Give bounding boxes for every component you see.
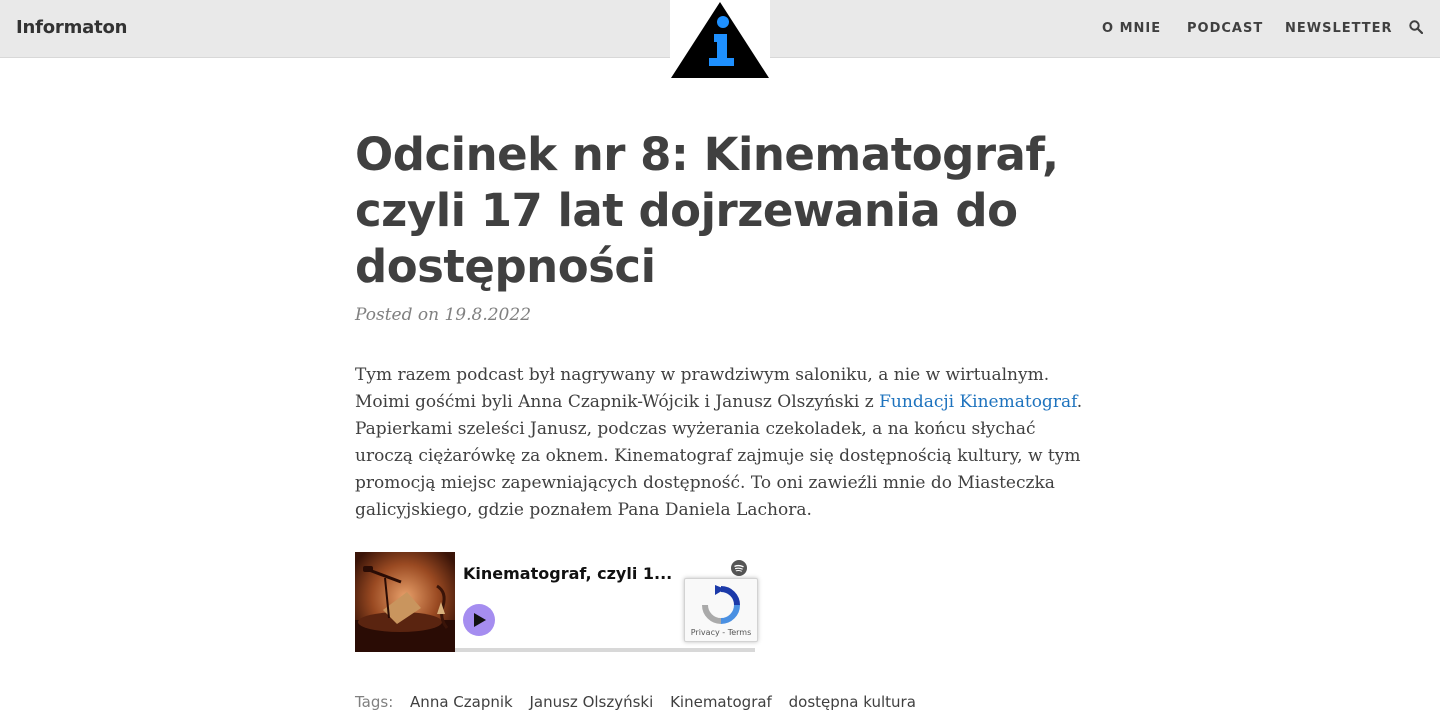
- nav-item-o-mnie[interactable]: O MNIE: [1102, 21, 1161, 36]
- post-tags: Tags: Anna Czapnik Janusz Olszyński Kine…: [355, 693, 916, 711]
- fundacja-kinematograf-link[interactable]: Fundacji Kinematograf: [879, 392, 1077, 412]
- play-button[interactable]: [463, 604, 495, 636]
- info-logo-icon: [671, 2, 769, 78]
- recaptcha-icon: [702, 585, 740, 624]
- search-icon: [1409, 20, 1424, 35]
- tags-label: Tags:: [355, 693, 394, 711]
- nav-item-newsletter[interactable]: NEWSLETTER: [1285, 21, 1393, 36]
- tag-link[interactable]: dostępna kultura: [789, 693, 916, 711]
- search-button[interactable]: [1408, 20, 1424, 36]
- recaptcha-privacy-link[interactable]: Privacy: [691, 628, 720, 637]
- recaptcha-terms-link[interactable]: Terms: [728, 628, 752, 637]
- posted-on-label: Posted on: [355, 305, 440, 325]
- site-title-link[interactable]: Informaton: [16, 17, 127, 38]
- episode-title[interactable]: Kinematograf, czyli 1...: [463, 564, 672, 583]
- tag-link[interactable]: Kinematograf: [670, 693, 772, 711]
- spotify-icon[interactable]: [731, 560, 747, 576]
- post-date-link[interactable]: 19.8.2022: [444, 305, 531, 325]
- post-body: Tym razem podcast był nagrywany w prawdz…: [355, 362, 1085, 524]
- tag-link[interactable]: Anna Czapnik: [410, 693, 513, 711]
- post-title: Odcinek nr 8: Kinematograf, czyli 17 lat…: [355, 128, 1059, 293]
- playback-progress-bar[interactable]: [455, 648, 755, 652]
- post-meta: Posted on 19.8.2022: [355, 305, 531, 325]
- tag-link[interactable]: Janusz Olszyński: [529, 693, 653, 711]
- recaptcha-separator: -: [719, 628, 728, 637]
- recaptcha-badge[interactable]: Privacy - Terms: [684, 578, 758, 642]
- site-logo[interactable]: [670, 0, 770, 80]
- nav-item-podcast[interactable]: PODCAST: [1187, 21, 1263, 36]
- episode-cover-image: [355, 552, 455, 652]
- play-icon: [474, 613, 486, 627]
- recaptcha-links: Privacy - Terms: [685, 628, 757, 637]
